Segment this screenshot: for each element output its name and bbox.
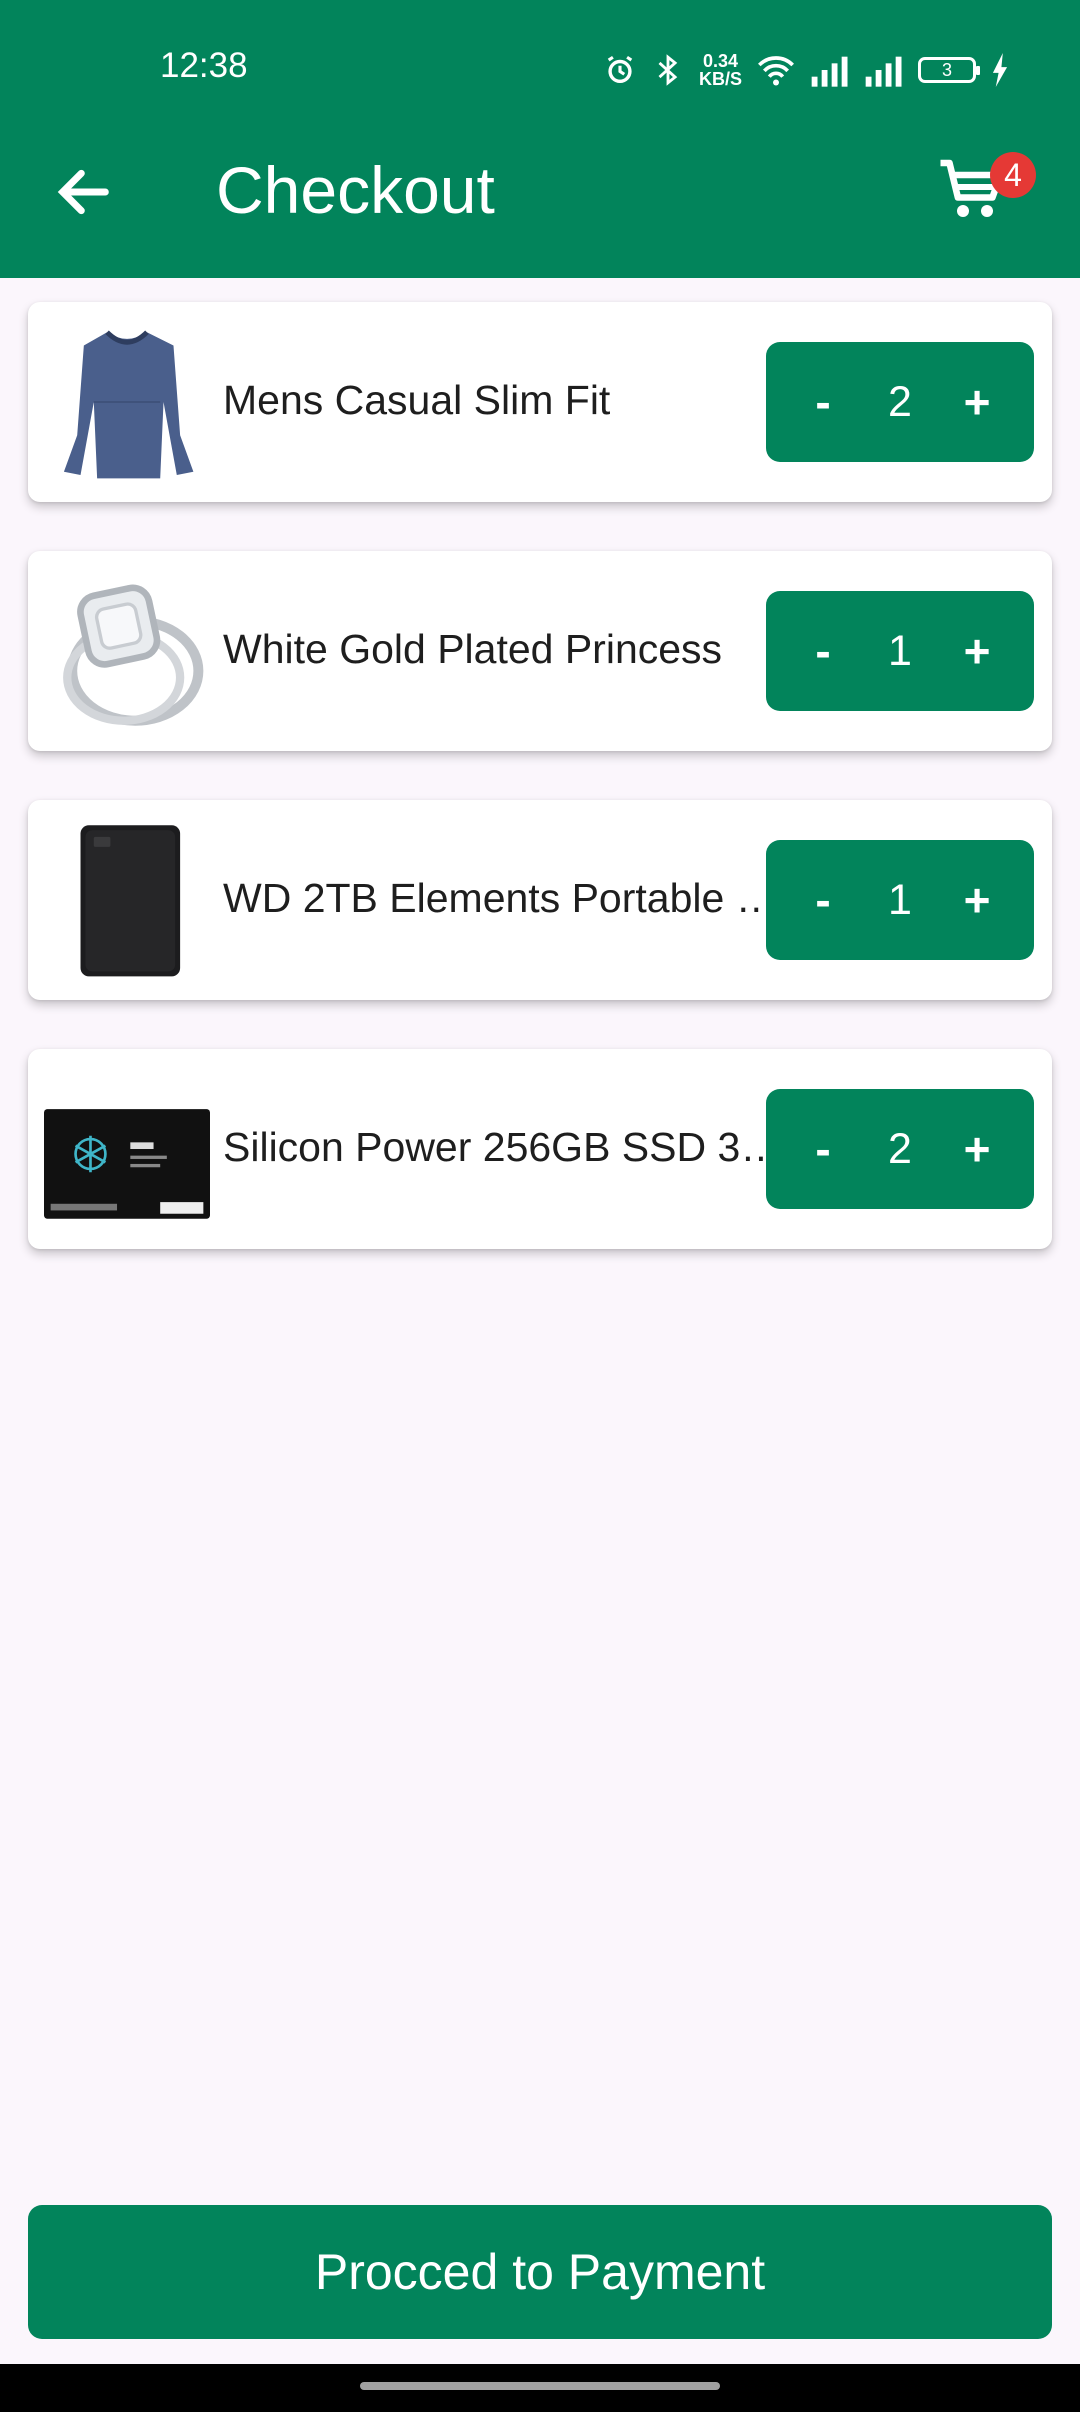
wifi-icon — [758, 56, 794, 86]
quantity-value: 1 — [888, 876, 912, 924]
quantity-value: 2 — [888, 378, 912, 426]
page-title: Checkout — [216, 153, 495, 227]
system-nav-bar — [0, 2364, 1080, 2412]
cart-item: WD 2TB Elements Portable External Hard D… — [28, 800, 1052, 1000]
cart-item: Silicon Power 256GB SSD 3D NAND - 2 + — [28, 1049, 1052, 1249]
battery-icon: 3 — [918, 57, 980, 83]
increase-button[interactable]: + — [942, 342, 1012, 462]
blue-shirt-thumbnail — [63, 330, 194, 479]
charging-icon — [992, 53, 1008, 87]
ssd-thumbnail — [44, 1109, 210, 1219]
quantity-stepper: - 2 + — [766, 342, 1034, 462]
status-time: 12:38 — [160, 46, 248, 85]
increase-button[interactable]: + — [942, 1089, 1012, 1209]
signal-icon — [811, 56, 848, 87]
quantity-stepper: - 1 + — [766, 591, 1034, 711]
cart-item: Mens Casual Slim Fit - 2 + — [28, 302, 1052, 502]
cart-count-badge: 4 — [990, 152, 1036, 198]
back-arrow-icon[interactable] — [52, 160, 116, 224]
item-name: Silicon Power 256GB SSD 3D NAND — [223, 1124, 783, 1170]
proceed-to-payment-button[interactable]: Procced to Payment — [28, 2205, 1052, 2339]
bluetooth-icon — [658, 54, 678, 86]
app-bar: 12:38 0.34 KB/S 3 Checkout 4 — [0, 0, 1080, 278]
increase-button[interactable]: + — [942, 591, 1012, 711]
cart-item: White Gold Plated Princess - 1 + — [28, 551, 1052, 751]
item-name: WD 2TB Elements Portable External Hard D… — [223, 875, 783, 921]
decrease-button[interactable]: - — [788, 342, 858, 462]
quantity-stepper: - 2 + — [766, 1089, 1034, 1209]
quantity-value: 2 — [888, 1125, 912, 1173]
decrease-button[interactable]: - — [788, 840, 858, 960]
decrease-button[interactable]: - — [788, 591, 858, 711]
home-gesture-handle[interactable] — [360, 2382, 720, 2390]
status-icons: 0.34 KB/S 3 — [603, 48, 1010, 92]
signal-icon-2 — [865, 56, 902, 87]
item-name: Mens Casual Slim Fit — [223, 377, 611, 423]
quantity-stepper: - 1 + — [766, 840, 1034, 960]
quantity-value: 1 — [888, 627, 912, 675]
item-name: White Gold Plated Princess — [223, 626, 723, 672]
ring-thumbnail — [63, 584, 204, 726]
increase-button[interactable]: + — [942, 840, 1012, 960]
decrease-button[interactable]: - — [788, 1089, 858, 1209]
hard-drive-thumbnail — [80, 825, 181, 977]
network-speed: 0.34 KB/S — [698, 51, 742, 89]
alarm-icon — [607, 55, 633, 84]
